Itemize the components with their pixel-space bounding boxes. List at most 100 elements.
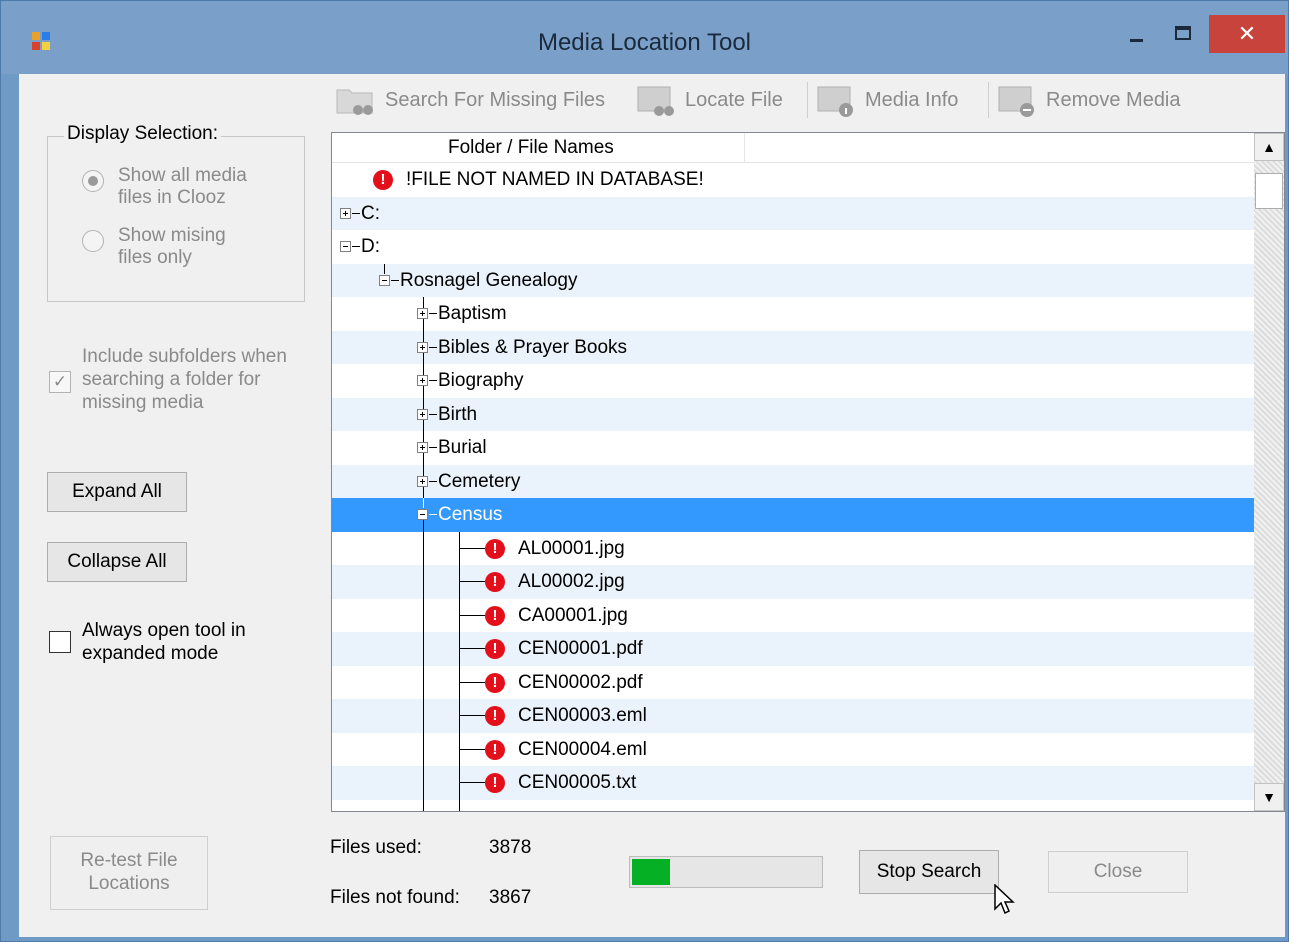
toolbar-separator — [807, 82, 808, 118]
locate-file-label: Locate File — [685, 88, 783, 111]
tree-row-file[interactable]: ! CEN00004.eml — [332, 732, 1256, 766]
expand-icon[interactable] — [340, 207, 351, 219]
include-subfolders-label: Include subfolders when searching a fold… — [82, 346, 287, 413]
tree-row-folder[interactable]: Birth — [332, 397, 1256, 431]
tree-connector — [423, 699, 424, 733]
always-open-expanded-checkbox[interactable] — [49, 631, 71, 653]
remove-media-label: Remove Media — [1046, 88, 1181, 111]
column-divider[interactable] — [744, 133, 745, 163]
tree-row-folder[interactable]: Bibles & Prayer Books — [332, 330, 1256, 364]
tree-column-header[interactable]: Folder / File Names — [332, 133, 1256, 163]
tree-row-drive-c[interactable]: C: — [332, 196, 1256, 230]
media-info-label: Media Info — [865, 88, 959, 111]
expand-icon[interactable] — [417, 442, 428, 453]
expand-icon[interactable] — [417, 308, 428, 319]
files-used-value: 3878 — [489, 837, 532, 858]
remove-media-button[interactable]: Remove Media — [996, 80, 1181, 120]
maximize-button[interactable] — [1163, 15, 1203, 53]
error-icon: ! — [485, 739, 505, 760]
tree-connector — [459, 547, 485, 549]
tree-connector — [459, 748, 485, 750]
media-info-button[interactable]: Media Info — [815, 80, 958, 120]
folder-file-tree[interactable]: Folder / File Names ! !FILE NOT NAMED IN… — [331, 132, 1285, 812]
expand-icon[interactable] — [417, 341, 428, 353]
collapse-icon[interactable] — [417, 509, 428, 520]
close-button[interactable]: Close — [1048, 851, 1188, 893]
search-progress-bar — [629, 856, 823, 888]
search-missing-files-button[interactable]: Search For Missing Files — [335, 80, 605, 120]
display-selection-legend: Display Selection: — [64, 123, 222, 145]
tree-row-folder-census-selected[interactable]: Census — [332, 498, 1256, 532]
radio-button-show-missing[interactable] — [82, 230, 104, 252]
tree-row-folder-rosnagel[interactable]: Rosnagel Genealogy — [332, 263, 1256, 297]
locate-file-button[interactable]: Locate File — [635, 80, 783, 120]
tree-row-label: CA00001.jpg — [518, 604, 628, 626]
tree-vertical-scrollbar[interactable]: ▲ ▼ — [1254, 133, 1284, 811]
tree-connector — [429, 380, 437, 381]
error-icon: ! — [485, 639, 505, 659]
tree-row-label: Biography — [438, 370, 524, 391]
collapse-icon[interactable] — [340, 241, 351, 252]
minimize-button[interactable] — [1119, 15, 1155, 53]
tree-connector — [459, 715, 485, 716]
tree-connector — [391, 279, 399, 281]
window-title: Media Location Tool — [537, 29, 752, 56]
collapse-icon[interactable] — [379, 274, 390, 286]
maximize-icon — [1175, 26, 1191, 40]
tree-row-file[interactable]: ! AL00002.jpg — [332, 565, 1256, 599]
tree-row-file[interactable]: ! CA00001.jpg — [332, 598, 1256, 632]
tree-connector — [423, 766, 424, 800]
tree-connector — [423, 531, 424, 565]
stop-search-button[interactable]: Stop Search — [859, 850, 999, 894]
tree-row-label: CEN00003.eml — [518, 705, 647, 726]
scroll-down-button[interactable]: ▼ — [1254, 783, 1284, 811]
tree-row-folder[interactable]: Biography — [332, 364, 1256, 398]
include-subfolders-checkbox[interactable]: ✓ — [49, 371, 71, 393]
tree-row-label: AL00002.jpg — [518, 571, 625, 592]
expand-icon[interactable] — [417, 475, 428, 487]
tree-row-label: Census — [438, 504, 503, 525]
expand-icon[interactable] — [417, 408, 428, 420]
retest-file-locations-button[interactable]: Re-test File Locations — [50, 836, 208, 910]
radio-button-show-all[interactable] — [82, 170, 104, 192]
error-icon: ! — [485, 572, 505, 592]
tree-row-file[interactable]: ! CEN00005.txt — [332, 766, 1256, 800]
scroll-up-button[interactable]: ▲ — [1254, 133, 1284, 161]
close-window-button[interactable]: ✕ — [1209, 15, 1285, 53]
tree-row-file[interactable]: ! CEN00001.pdf — [332, 632, 1256, 666]
tree-row-folder[interactable]: Cemetery — [332, 464, 1256, 498]
tree-connector — [429, 413, 437, 415]
files-used-label: Files used: — [330, 837, 422, 858]
tree-connector — [459, 782, 485, 783]
tree-connector — [459, 581, 485, 582]
expand-all-button[interactable]: Expand All — [47, 472, 187, 512]
tree-row-label: D: — [361, 236, 380, 257]
media-location-tool-window: Media Location Tool ✕ Display Selection:… — [0, 0, 1289, 942]
minimize-icon — [1130, 39, 1143, 42]
tree-connector — [423, 799, 424, 811]
tree-connector — [423, 665, 424, 699]
tree-row-file[interactable]: ! CEN00002.pdf — [332, 665, 1256, 699]
tree-row-label: Birth — [438, 403, 478, 425]
tree-row-label: Bibles & Prayer Books — [438, 336, 628, 358]
tree-row-folder[interactable]: Baptism — [332, 297, 1256, 331]
radio-show-all-label: Show all media files in Clooz — [118, 165, 247, 208]
search-missing-files-label: Search For Missing Files — [385, 88, 606, 111]
tree-row-label: CEN00005.txt — [518, 772, 637, 793]
tree-row-file[interactable]: ! CEN00003.eml — [332, 699, 1256, 733]
tree-connector — [459, 681, 485, 683]
expand-icon[interactable] — [417, 375, 428, 386]
arrow-down-icon: ▼ — [1262, 789, 1276, 805]
client-area: Display Selection: Show all media files … — [19, 74, 1285, 937]
tree-row-folder[interactable]: Burial — [332, 431, 1256, 465]
tree-row-file-partial[interactable] — [332, 799, 1256, 811]
tree-row-drive-d[interactable]: D: — [332, 230, 1256, 264]
tree-row-error-root[interactable]: ! !FILE NOT NAMED IN DATABASE! — [332, 163, 1256, 197]
remove-media-icon — [998, 86, 1034, 117]
title-bar[interactable]: Media Location Tool ✕ — [1, 1, 1288, 74]
error-icon: ! — [485, 773, 505, 793]
tree-row-file[interactable]: ! AL00001.jpg — [332, 531, 1256, 565]
tree-row-label: Cemetery — [438, 470, 521, 492]
scrollbar-thumb[interactable] — [1255, 173, 1283, 209]
collapse-all-button[interactable]: Collapse All — [47, 542, 187, 582]
